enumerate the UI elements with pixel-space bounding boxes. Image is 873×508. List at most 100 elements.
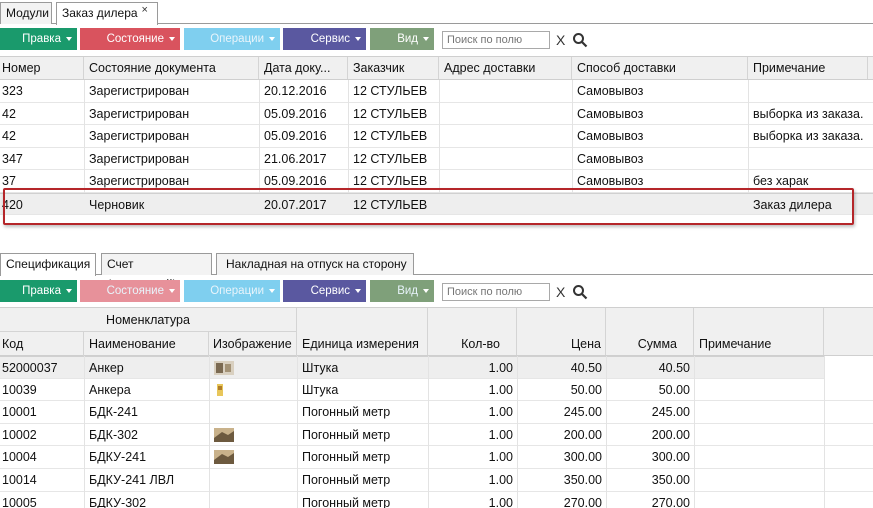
caret-down-icon — [169, 289, 175, 293]
column-header-unit[interactable]: Единица измерения — [297, 308, 428, 355]
orders-search-input[interactable] — [442, 31, 550, 49]
table-row[interactable]: 10005 БДКУ-302 Погонный метр 1.00 270.00 270.… — [0, 492, 873, 508]
state-menu-button[interactable]: Состояние — [80, 28, 180, 50]
operations-menu-button[interactable]: Операции — [184, 280, 280, 302]
column-header-price[interactable]: Цена — [517, 308, 606, 355]
column-divider — [517, 356, 518, 508]
column-divider — [606, 356, 607, 508]
cell-code: 10014 — [2, 473, 37, 487]
tab-dealer-order[interactable]: Заказ дилера × — [56, 2, 158, 25]
table-row[interactable]: 323 Зарегистрирован 20.12.2016 12 СТУЛЬЕВ Са… — [0, 80, 873, 103]
highlight-frame — [3, 188, 854, 225]
cell-number: 347 — [2, 151, 23, 166]
cell-delivery-method: Самовывоз — [577, 151, 644, 166]
close-icon[interactable]: × — [142, 4, 148, 16]
service-menu-button[interactable]: Сервис — [283, 280, 366, 302]
clear-search-icon[interactable]: X — [556, 284, 565, 300]
cell-unit: Погонный метр — [302, 450, 391, 465]
spec-toolbar: Правка Состояние Операции Сервис Вид X — [0, 278, 873, 304]
cell-delivery-address — [439, 148, 572, 170]
tab-release-waybill[interactable]: Накладная на отпуск на сторону — [216, 253, 414, 275]
product-thumbnail-icon[interactable] — [214, 427, 234, 442]
cell-customer: 12 СТУЛЬЕВ — [353, 84, 428, 98]
clear-search-icon[interactable]: X — [556, 32, 565, 48]
cell-price: 350.00 — [563, 473, 602, 487]
tab-specification[interactable]: Спецификация — [0, 253, 96, 276]
column-divider — [439, 80, 440, 193]
edit-menu-label: Правка — [22, 285, 61, 297]
cell-note: выборка из заказа. — [753, 129, 864, 143]
state-menu-button[interactable]: Состояние — [80, 280, 180, 302]
caret-down-icon — [423, 37, 429, 41]
view-menu-label: Вид — [397, 33, 418, 45]
column-header-doc-date[interactable]: Дата доку... — [259, 57, 348, 79]
cell-doc-date: 05.09.2016 — [264, 106, 327, 121]
cell-name: БДК-302 — [89, 427, 138, 442]
edit-menu-button[interactable]: Правка — [0, 28, 77, 50]
cell-number: 42 — [2, 106, 16, 121]
cell-customer: 12 СТУЛЬЕВ — [353, 106, 428, 121]
table-row[interactable]: 10004 БДКУ-241 Погонный метр 1.00 300.00 300.… — [0, 446, 873, 469]
cell-unit: Погонный метр — [302, 495, 391, 508]
edit-menu-button[interactable]: Правка — [0, 280, 77, 302]
bottom-tab-bar: Спецификация Счет (исходящий) Накладная … — [0, 252, 873, 291]
service-menu-label: Сервис — [310, 285, 350, 297]
table-row[interactable]: 42 Зарегистрирован 05.09.2016 12 СТУЛЬЕВ Сам… — [0, 103, 873, 125]
search-icon[interactable] — [572, 32, 588, 48]
column-header-number[interactable]: Номер — [0, 57, 84, 79]
view-menu-button[interactable]: Вид — [370, 280, 434, 302]
caret-down-icon — [66, 289, 72, 293]
column-header-delivery-address[interactable]: Адрес доставки — [439, 57, 572, 79]
table-row[interactable]: 347 Зарегистрирован 21.06.2017 12 СТУЛЬЕВ Са… — [0, 148, 873, 170]
caret-down-icon — [66, 37, 72, 41]
cell-price: 300.00 — [563, 450, 602, 465]
product-thumbnail-icon[interactable] — [214, 361, 234, 375]
cell-doc-state: Зарегистрирован — [89, 84, 190, 98]
column-header-name[interactable]: Наименование — [84, 332, 209, 356]
cell-doc-state: Зарегистрирован — [89, 151, 190, 166]
table-row[interactable]: 52000037 Анкер Штука 1.00 40.50 40.50 — [0, 356, 824, 379]
tab-modules[interactable]: Модули — [0, 2, 52, 24]
spec-search-input[interactable] — [442, 283, 550, 301]
column-header-note[interactable]: Примечание — [748, 57, 868, 79]
column-header-image[interactable]: Изображение — [209, 332, 297, 356]
tab-dealer-order-label: Заказ дилера — [62, 6, 138, 20]
column-header-customer[interactable]: Заказчик — [348, 57, 439, 79]
cell-delivery-method: Самовывоз — [577, 129, 644, 143]
column-header-sum[interactable]: Сумма — [606, 308, 694, 355]
column-divider — [748, 80, 749, 193]
operations-menu-label: Операции — [210, 33, 264, 45]
column-header-note[interactable]: Примечание — [694, 308, 824, 355]
cell-name: Анкера — [89, 382, 131, 397]
column-divider — [297, 356, 298, 508]
cell-code: 10002 — [2, 427, 37, 442]
product-thumbnail-icon[interactable] — [214, 450, 234, 465]
search-icon[interactable] — [572, 284, 588, 300]
column-header-delivery-method[interactable]: Способ доставки — [572, 57, 748, 79]
cell-code: 10005 — [2, 495, 37, 508]
cell-delivery-address — [439, 80, 572, 102]
table-row[interactable]: 10002 БДК-302 Погонный метр 1.00 200.00 200.0… — [0, 424, 873, 447]
service-menu-label: Сервис — [310, 33, 350, 45]
table-row[interactable]: 42 Зарегистрирован 05.09.2016 12 СТУЛЬЕВ Сам… — [0, 125, 873, 148]
group-header-nomenclature: Номенклатура — [0, 308, 297, 332]
column-header-doc-state[interactable]: Состояние документа — [84, 57, 259, 79]
column-header-code[interactable]: Код — [0, 332, 84, 356]
table-row[interactable]: 10001 БДК-241 Погонный метр 1.00 245.00 245.0… — [0, 401, 873, 424]
view-menu-button[interactable]: Вид — [370, 28, 434, 50]
cell-doc-date: 20.12.2016 — [264, 84, 327, 98]
column-divider — [824, 356, 825, 508]
operations-menu-button[interactable]: Операции — [184, 28, 280, 50]
column-divider — [694, 356, 695, 508]
table-row[interactable]: 10014 БДКУ-241 ЛВЛ Погонный метр 1.00 350.00… — [0, 469, 873, 492]
caret-down-icon — [269, 37, 275, 41]
cell-customer: 12 СТУЛЬЕВ — [353, 151, 428, 166]
caret-down-icon — [169, 37, 175, 41]
cell-price: 245.00 — [563, 405, 602, 420]
column-header-quantity[interactable]: Кол-во — [428, 308, 517, 355]
tab-invoice-outgoing[interactable]: Счет (исходящий) — [101, 253, 212, 291]
service-menu-button[interactable]: Сервис — [283, 28, 366, 50]
table-row[interactable]: 10039 Анкера Штука 1.00 50.00 50.00 — [0, 379, 873, 402]
anchor-thumbnail-icon[interactable] — [214, 383, 234, 397]
column-divider — [259, 80, 260, 193]
